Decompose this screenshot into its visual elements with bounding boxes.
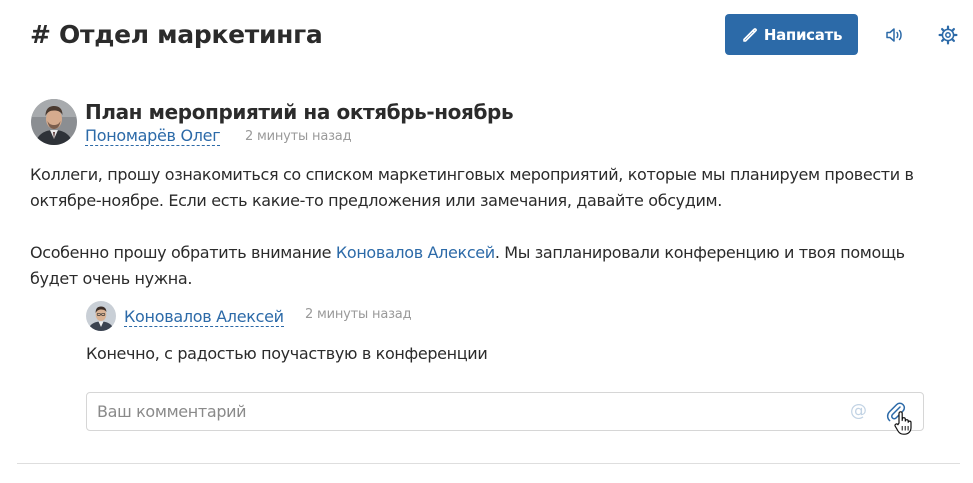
post-title: План мероприятий на октябрь-ноябрь bbox=[85, 100, 514, 124]
post-body: Коллеги, прошу ознакомиться со списком м… bbox=[30, 162, 950, 292]
pencil-icon bbox=[741, 26, 759, 44]
divider bbox=[17, 463, 960, 464]
post-author-link[interactable]: Пономарёв Олег bbox=[85, 126, 221, 146]
gear-icon[interactable] bbox=[937, 24, 959, 46]
avatar[interactable] bbox=[31, 99, 77, 145]
comment-text: Конечно, с радостью поучаствую в конфере… bbox=[86, 344, 488, 363]
speaker-icon[interactable] bbox=[883, 24, 905, 46]
comment-author-link[interactable]: Коновалов Алексей bbox=[124, 307, 284, 327]
comment-timestamp: 2 минуты назад bbox=[305, 307, 412, 322]
channel-header: # Отдел маркетинга Написать bbox=[0, 0, 973, 70]
at-icon[interactable]: @ bbox=[850, 401, 867, 421]
post-timestamp: 2 минуты назад bbox=[245, 129, 352, 144]
post-paragraph-text: Особенно прошу обратить внимание bbox=[30, 243, 336, 262]
channel-title: # Отдел маркетинга bbox=[30, 20, 323, 49]
post-paragraph: Коллеги, прошу ознакомиться со списком м… bbox=[30, 165, 914, 210]
comment-input[interactable] bbox=[87, 393, 847, 430]
hand-cursor-icon bbox=[893, 410, 913, 436]
user-mention-link[interactable]: Коновалов Алексей bbox=[336, 243, 495, 262]
write-button-label: Написать bbox=[763, 25, 843, 44]
comment-input-box: @ bbox=[86, 392, 924, 431]
avatar[interactable] bbox=[86, 301, 116, 331]
write-button[interactable]: Написать bbox=[725, 14, 858, 55]
post-paragraph: Особенно прошу обратить внимание Коновал… bbox=[30, 240, 950, 292]
